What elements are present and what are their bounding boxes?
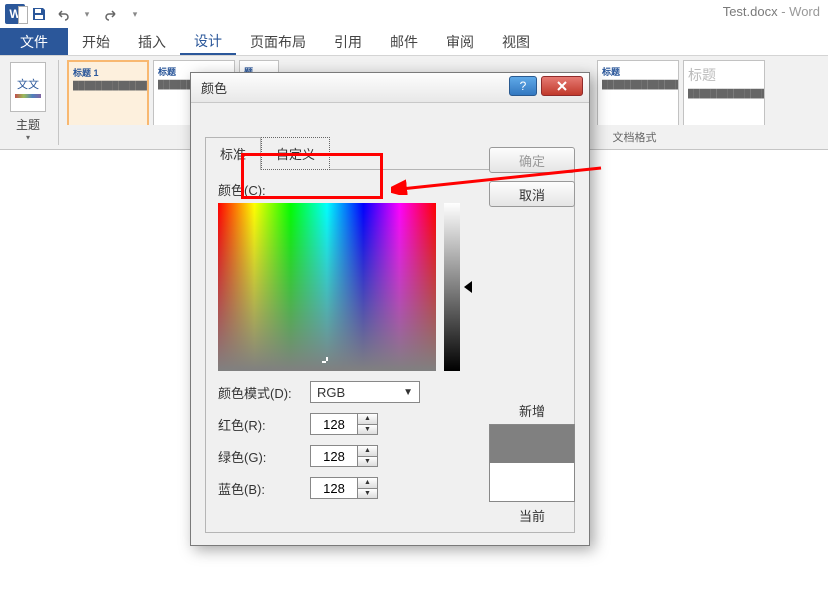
color-spectrum[interactable] xyxy=(218,203,436,371)
tab-mailings[interactable]: 邮件 xyxy=(376,28,432,55)
tab-references[interactable]: 引用 xyxy=(320,28,376,55)
ok-button[interactable]: 确定 xyxy=(489,147,575,173)
spin-down-icon[interactable]: ▼ xyxy=(358,488,377,499)
word-logo-icon: W xyxy=(4,3,26,25)
redo-icon[interactable] xyxy=(100,3,122,25)
window-title: Test.docx - Word xyxy=(723,4,820,19)
color-preview: 新增 当前 xyxy=(489,401,575,525)
tab-file[interactable]: 文件 xyxy=(0,28,68,55)
tab-custom[interactable]: 自定义 xyxy=(261,137,330,170)
style-item[interactable]: 标题██████████████████████████████████████ xyxy=(597,60,679,125)
luminance-slider[interactable] xyxy=(444,203,460,371)
tab-review[interactable]: 审阅 xyxy=(432,28,488,55)
themes-button[interactable]: 文文 主题 ▾ xyxy=(6,60,50,145)
chevron-down-icon: ▼ xyxy=(403,387,413,398)
preview-new-color xyxy=(490,425,574,463)
themes-icon: 文文 xyxy=(10,62,46,112)
color-dialog: 颜色 ? 标准 自定义 确定 取消 颜色(C): xyxy=(190,72,590,546)
blue-label: 蓝色(B): xyxy=(218,479,302,498)
tab-design[interactable]: 设计 xyxy=(180,28,236,55)
green-spinner[interactable]: ▲▼ xyxy=(310,445,378,467)
preview-current-color xyxy=(490,463,574,501)
undo-icon[interactable] xyxy=(52,3,74,25)
style-item[interactable]: 标题 1████████████████████████ xyxy=(67,60,149,125)
blue-spinner[interactable]: ▲▼ xyxy=(310,477,378,499)
tab-view[interactable]: 视图 xyxy=(488,28,544,55)
red-label: 红色(R): xyxy=(218,415,302,434)
spin-up-icon[interactable]: ▲ xyxy=(358,414,377,424)
style-item[interactable]: 标题████████████████████████████████ xyxy=(683,60,765,125)
spin-down-icon[interactable]: ▼ xyxy=(358,424,377,435)
tab-home[interactable]: 开始 xyxy=(68,28,124,55)
save-icon[interactable] xyxy=(28,3,50,25)
qat-dropdown2-icon[interactable]: ▾ xyxy=(124,3,146,25)
blue-input[interactable] xyxy=(311,478,357,498)
current-label: 当前 xyxy=(489,506,575,525)
luminance-pointer-icon xyxy=(464,281,472,293)
dialog-title: 颜色 xyxy=(201,78,227,97)
color-mode-select[interactable]: RGB ▼ xyxy=(310,381,420,403)
green-input[interactable] xyxy=(311,446,357,466)
mode-label: 颜色模式(D): xyxy=(218,383,302,402)
spin-up-icon[interactable]: ▲ xyxy=(358,446,377,456)
dialog-titlebar[interactable]: 颜色 ? xyxy=(191,73,589,103)
tab-insert[interactable]: 插入 xyxy=(124,28,180,55)
cancel-button[interactable]: 取消 xyxy=(489,181,575,207)
color-crosshair-icon xyxy=(322,357,332,367)
red-input[interactable] xyxy=(311,414,357,434)
new-label: 新增 xyxy=(489,401,575,420)
tab-standard[interactable]: 标准 xyxy=(205,137,261,170)
qat-dropdown-icon[interactable]: ▾ xyxy=(76,3,98,25)
green-label: 绿色(G): xyxy=(218,447,302,466)
tab-layout[interactable]: 页面布局 xyxy=(236,28,320,55)
quick-access-toolbar: W ▾ ▾ xyxy=(0,0,828,28)
help-button[interactable]: ? xyxy=(509,76,537,96)
spin-down-icon[interactable]: ▼ xyxy=(358,456,377,467)
preview-swatch xyxy=(489,424,575,502)
themes-label: 主题 xyxy=(16,116,40,133)
close-button[interactable] xyxy=(541,76,583,96)
red-spinner[interactable]: ▲▼ xyxy=(310,413,378,435)
ribbon-tabs: 文件 开始 插入 设计 页面布局 引用 邮件 审阅 视图 xyxy=(0,28,828,56)
spin-up-icon[interactable]: ▲ xyxy=(358,478,377,488)
